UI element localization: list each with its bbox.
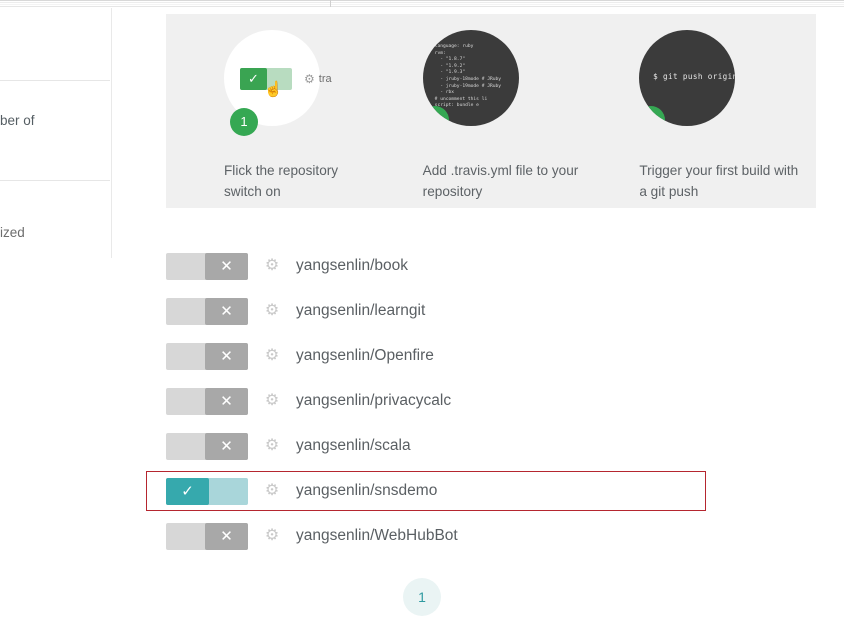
repository-settings-button[interactable]: ⚙ xyxy=(248,528,296,544)
sidebar-right-edge xyxy=(111,8,112,258)
browser-chrome-line-2 xyxy=(0,2,844,3)
step-1-illustration: ✓ ⚙ tra ☝ 1 xyxy=(224,30,332,136)
sidebar-clipped-column: ber of ized xyxy=(0,8,112,268)
browser-chrome-line-3 xyxy=(0,4,844,5)
gear-icon: ⚙ xyxy=(264,302,280,319)
repository-list: ✕ ⚙ yangsenlin/book ✕ ⚙ yangsenlin/learngit ✕ ⚙… xyxy=(146,246,706,561)
repository-toggle[interactable]: ✕ xyxy=(166,432,248,460)
browser-chrome-seam xyxy=(330,0,331,7)
repository-name[interactable]: yangsenlin/WebHubBot xyxy=(296,527,458,545)
repository-name[interactable]: yangsenlin/scala xyxy=(296,437,411,455)
repository-toggle[interactable]: ✓ xyxy=(166,477,248,505)
close-icon: ✕ xyxy=(205,297,248,325)
step-3-illustration: $ git push origin 3 xyxy=(639,30,736,126)
page-root: ber of ized ✓ ⚙ tra ☝ 1 Flick the reposi… xyxy=(0,0,844,641)
pointer-hand-cursor-icon: ☝ xyxy=(264,81,283,98)
table-row[interactable]: ✕ ⚙ yangsenlin/learngit xyxy=(146,291,706,331)
close-icon: ✕ xyxy=(205,432,248,460)
sidebar-divider-top xyxy=(0,80,110,81)
sidebar-clipped-text-1: ber of xyxy=(0,113,35,128)
close-icon: ✕ xyxy=(205,522,248,550)
pagination-page[interactable]: 1 xyxy=(403,578,441,616)
gear-icon: ⚙ xyxy=(264,437,280,454)
close-icon: ✕ xyxy=(205,342,248,370)
step-1-toggle-knob: ✓ xyxy=(240,68,267,90)
repository-toggle[interactable]: ✕ xyxy=(166,297,248,325)
repository-settings-button[interactable]: ⚙ xyxy=(248,393,296,409)
repository-name[interactable]: yangsenlin/privacycalc xyxy=(296,392,451,410)
step-2-code-preview: language: ruby rvm: - "1.8.7" - "1.9.2" … xyxy=(434,44,502,109)
repository-name[interactable]: yangsenlin/Openfire xyxy=(296,347,434,365)
onboarding-steps: ✓ ⚙ tra ☝ 1 Flick the repository switch … xyxy=(166,14,816,208)
browser-chrome-line-1 xyxy=(0,0,844,1)
step-1-caption: Flick the repository switch on xyxy=(224,163,339,199)
gear-icon: ⚙ xyxy=(264,527,280,544)
table-row[interactable]: ✕ ⚙ yangsenlin/Openfire xyxy=(146,336,706,376)
repository-settings-button[interactable]: ⚙ xyxy=(248,438,296,454)
repository-name[interactable]: yangsenlin/snsdemo xyxy=(296,482,437,500)
table-row[interactable]: ✕ ⚙ yangsenlin/scala xyxy=(146,426,706,466)
close-icon: ✕ xyxy=(205,387,248,415)
table-row[interactable]: ✕ ⚙ yangsenlin/privacycalc xyxy=(146,381,706,421)
check-icon: ✓ xyxy=(166,477,209,505)
repository-settings-button[interactable]: ⚙ xyxy=(248,348,296,364)
onboarding-step-2: language: ruby rvm: - "1.8.7" - "1.9.2" … xyxy=(383,30,600,208)
repository-name[interactable]: yangsenlin/book xyxy=(296,257,408,275)
table-row[interactable]: ✕ ⚙ yangsenlin/book xyxy=(146,246,706,286)
gear-icon: ⚙ xyxy=(264,257,280,274)
step-2-number-badge: 2 xyxy=(422,106,449,126)
step-1-toggle-preview: ✓ ⚙ tra xyxy=(240,68,332,90)
table-row[interactable]: ✓ ⚙ yangsenlin/snsdemo xyxy=(146,471,706,511)
sidebar-clipped-text-2: ized xyxy=(0,225,25,240)
step-2-illustration: language: ruby rvm: - "1.8.7" - "1.9.2" … xyxy=(422,30,519,126)
repository-settings-button[interactable]: ⚙ xyxy=(248,303,296,319)
browser-chrome-line-4 xyxy=(0,6,844,7)
gear-icon: ⚙ xyxy=(264,347,280,364)
onboarding-step-1: ✓ ⚙ tra ☝ 1 Flick the repository switch … xyxy=(166,30,383,208)
repository-settings-button[interactable]: ⚙ xyxy=(248,483,296,499)
pagination: 1 xyxy=(0,578,844,616)
repository-toggle[interactable]: ✕ xyxy=(166,387,248,415)
gear-icon: ⚙ xyxy=(264,482,280,499)
repository-settings-button[interactable]: ⚙ xyxy=(248,258,296,274)
close-icon: ✕ xyxy=(205,252,248,280)
gear-icon: ⚙ xyxy=(264,392,280,409)
table-row[interactable]: ✕ ⚙ yangsenlin/WebHubBot xyxy=(146,516,706,556)
step-3-caption: Trigger your first build with a git push xyxy=(639,163,799,199)
onboarding-step-3: $ git push origin 3 Trigger your first b… xyxy=(599,30,816,208)
repository-toggle[interactable]: ✕ xyxy=(166,252,248,280)
repository-toggle[interactable]: ✕ xyxy=(166,342,248,370)
step-3-terminal-preview: $ git push origin xyxy=(653,72,736,81)
repository-name[interactable]: yangsenlin/learngit xyxy=(296,302,425,320)
step-3-number-badge: 3 xyxy=(639,106,666,126)
step-2-caption: Add .travis.yml file to your repository xyxy=(422,163,579,199)
step-1-number-badge: 1 xyxy=(230,108,258,136)
sidebar-divider-bottom xyxy=(0,180,110,181)
gear-icon: ⚙ xyxy=(304,72,315,86)
onboarding-panel: ✓ ⚙ tra ☝ 1 Flick the repository switch … xyxy=(166,14,816,208)
repository-toggle[interactable]: ✕ xyxy=(166,522,248,550)
step-1-clipped-label: tra xyxy=(318,73,332,85)
